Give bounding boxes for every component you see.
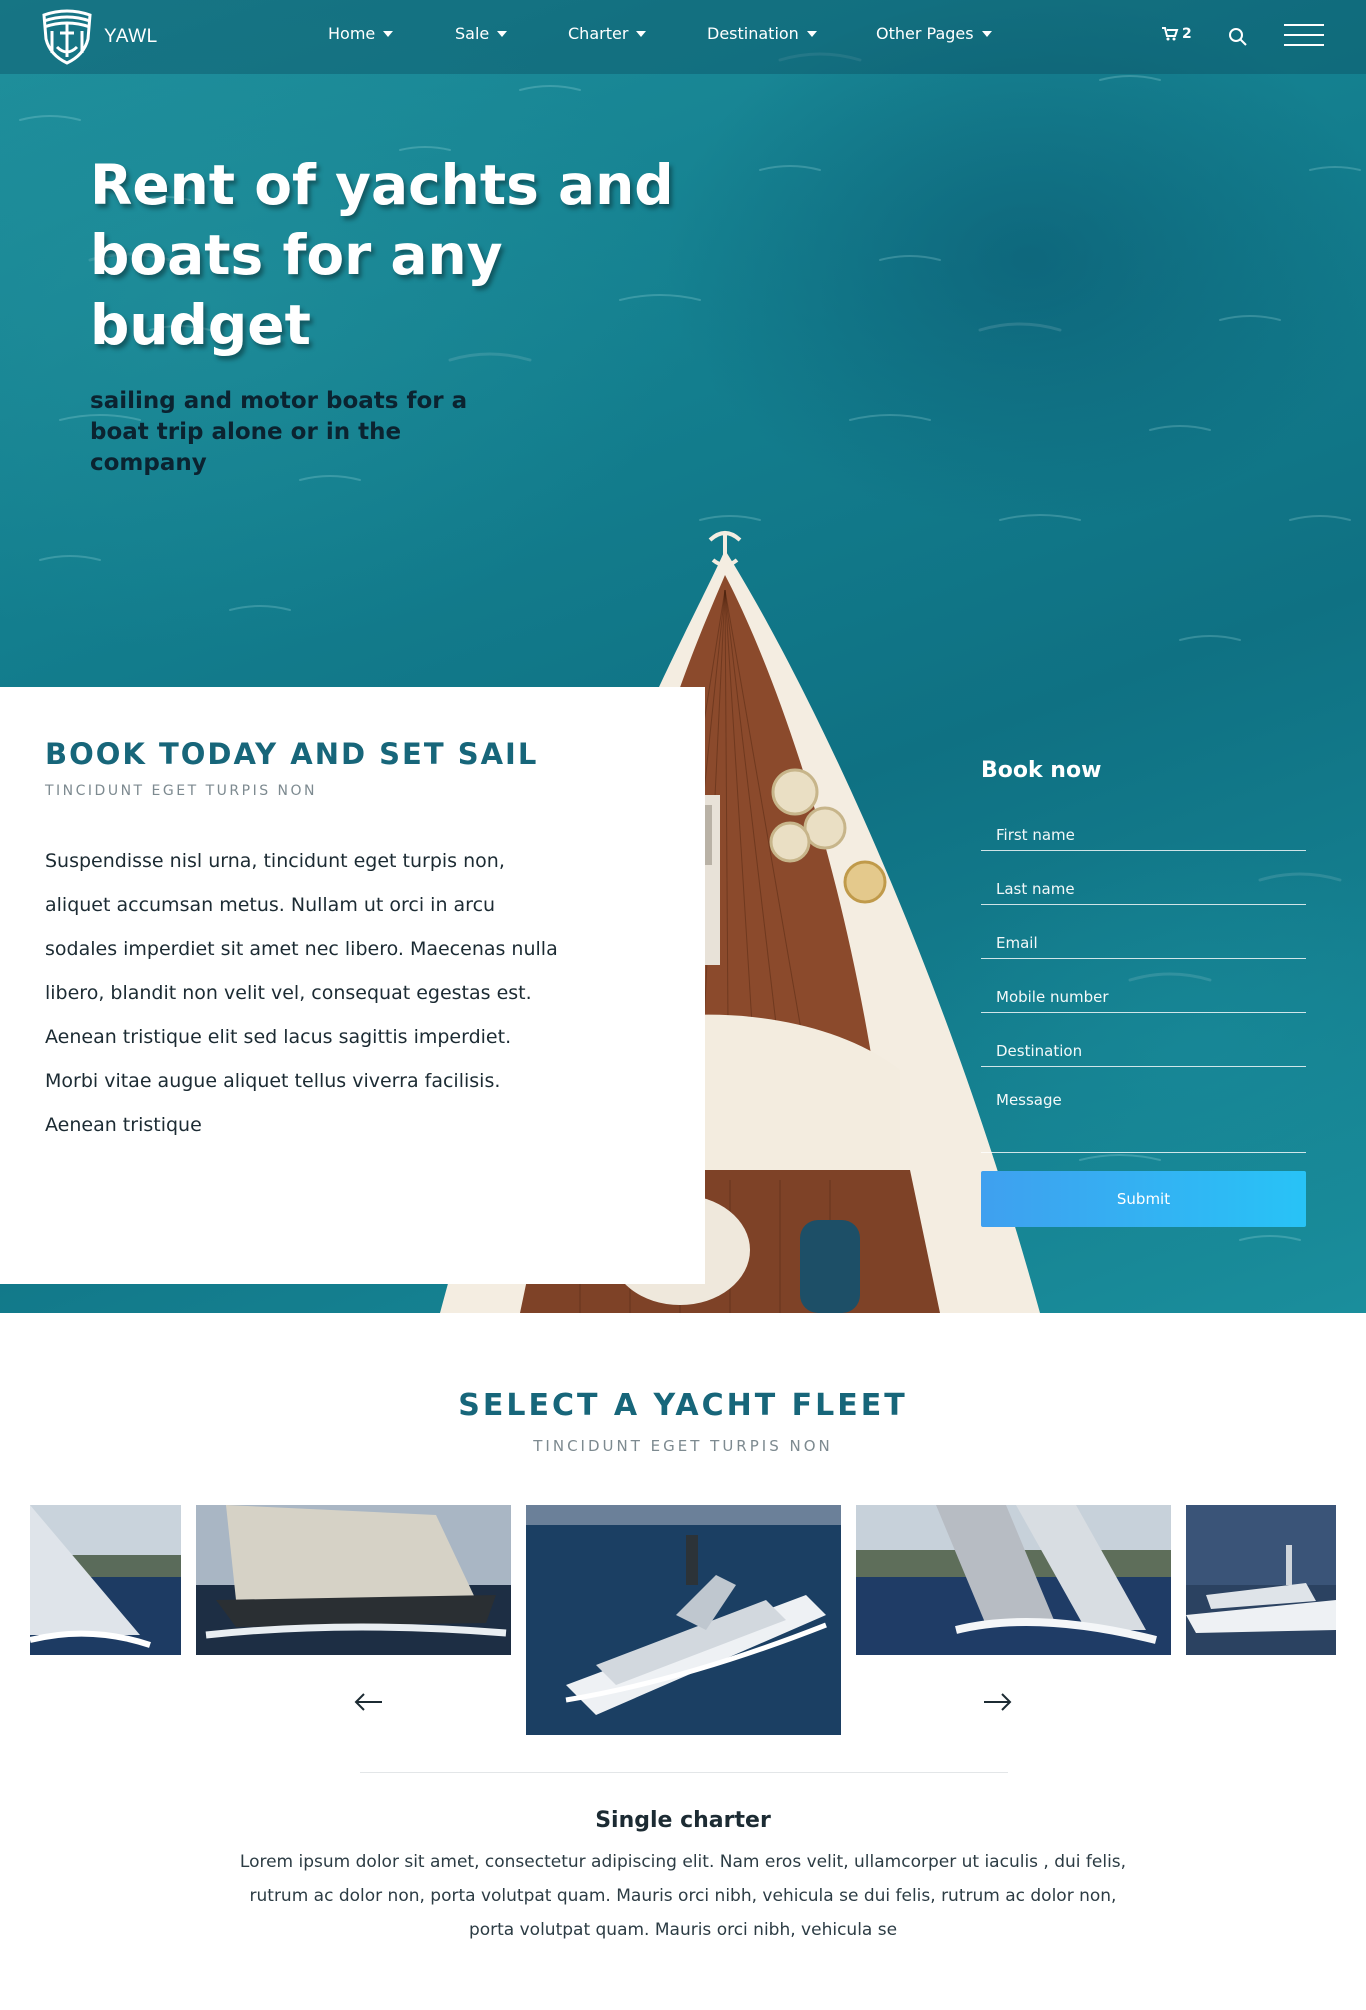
charter-title: Single charter	[595, 1808, 771, 1833]
chevron-down-icon	[981, 30, 992, 37]
last-name-field[interactable]	[996, 880, 1296, 898]
nav-item-label: Destination	[707, 24, 799, 43]
yacht-thumbnail[interactable]	[1186, 1505, 1336, 1655]
booking-form: Book now Submit	[981, 758, 1306, 1227]
chevron-down-icon	[383, 30, 394, 37]
nav-item-other-pages[interactable]: Other Pages	[876, 24, 992, 43]
hero-subtitle: sailing and motor boats for a boat trip …	[90, 388, 468, 476]
message-field[interactable]	[996, 1091, 1296, 1141]
chevron-down-icon	[806, 30, 817, 37]
cart-count-badge: 2	[1182, 26, 1192, 42]
nav-item-label: Charter	[568, 24, 629, 43]
nav-item-label: Home	[328, 24, 376, 43]
first-name-field[interactable]	[996, 826, 1296, 844]
menu-line	[1284, 24, 1324, 26]
yacht-thumbnail[interactable]	[856, 1505, 1171, 1655]
top-navigation-bar: YAWL Home Sale Charter Destination Other…	[0, 0, 1366, 74]
mobile-number-field[interactable]	[996, 988, 1296, 1006]
menu-line	[1284, 34, 1324, 36]
arrow-right-icon[interactable]	[980, 1690, 1014, 1714]
motor-yacht-image	[526, 1505, 841, 1735]
yacht-thumbnail[interactable]	[196, 1505, 511, 1655]
sailboat-image	[30, 1505, 181, 1655]
nav-item-home[interactable]: Home	[328, 24, 394, 43]
search-icon[interactable]	[1228, 27, 1248, 47]
email-field[interactable]	[996, 934, 1296, 952]
mobile-field-wrap	[981, 959, 1306, 1013]
hero-title: Rent of yachts and boats for any budget	[90, 153, 674, 357]
book-today-card: BOOK TODAY AND SET SAIL TINCIDUNT EGET T…	[0, 687, 705, 1284]
nav-item-charter[interactable]: Charter	[568, 24, 647, 43]
book-card-title: BOOK TODAY AND SET SAIL	[45, 737, 539, 771]
email-field-wrap	[981, 905, 1306, 959]
arrow-left-icon[interactable]	[352, 1690, 386, 1714]
section-divider	[360, 1772, 1008, 1773]
yacht-thumbnail-featured[interactable]	[526, 1505, 841, 1735]
cart-button[interactable]: 2	[1161, 26, 1192, 42]
book-card-text-extra: Aenean tristique	[45, 1114, 202, 1136]
destination-field-wrap	[981, 1013, 1306, 1067]
form-title: Book now	[981, 758, 1102, 783]
book-card-subtitle: TINCIDUNT EGET TURPIS NON	[45, 783, 318, 799]
message-field-wrap	[981, 1067, 1306, 1153]
nav-item-sale[interactable]: Sale	[455, 24, 508, 43]
nav-item-label: Sale	[455, 24, 490, 43]
menu-icon[interactable]	[1284, 24, 1324, 46]
book-card-text: Suspendisse nisl urna, tincidunt eget tu…	[45, 850, 558, 1092]
superyacht-image	[1186, 1505, 1336, 1655]
first-name-field-wrap	[981, 797, 1306, 851]
last-name-field-wrap	[981, 851, 1306, 905]
yacht-thumbnail[interactable]	[30, 1505, 181, 1655]
hero-section: YAWL Home Sale Charter Destination Other…	[0, 0, 1366, 1313]
charter-description: Lorem ipsum dolor sit amet, consectetur …	[239, 1852, 1127, 1940]
cart-icon	[1162, 27, 1179, 41]
sailing-yacht-image	[196, 1505, 511, 1655]
fleet-title: SELECT A YACHT FLEET	[458, 1388, 908, 1423]
racing-sailboat-image	[856, 1505, 1171, 1655]
fleet-subtitle: TINCIDUNT EGET TURPIS NON	[533, 1437, 833, 1455]
submit-button[interactable]: Submit	[981, 1171, 1306, 1227]
chevron-down-icon	[636, 30, 647, 37]
destination-field[interactable]	[996, 1042, 1296, 1060]
nav-item-destination[interactable]: Destination	[707, 24, 817, 43]
chevron-down-icon	[497, 30, 508, 37]
menu-line	[1284, 44, 1324, 46]
nav-item-label: Other Pages	[876, 24, 974, 43]
